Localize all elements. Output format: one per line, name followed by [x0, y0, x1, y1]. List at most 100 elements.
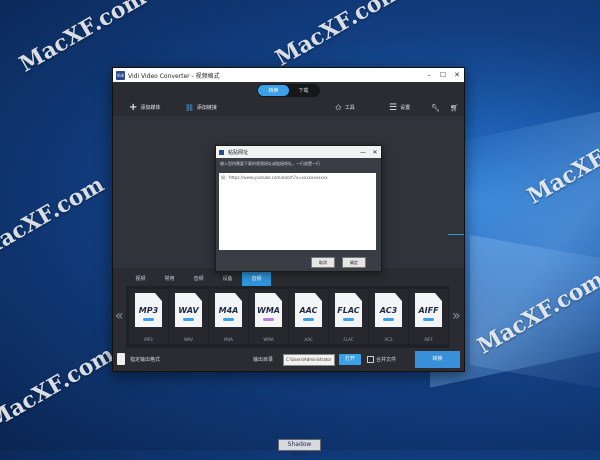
magic-wand-icon: ✩	[335, 103, 342, 112]
link-icon: ⛓	[185, 103, 194, 112]
file-icon: AC3	[375, 293, 402, 327]
format-label: FLAC	[337, 306, 360, 315]
file-icon: MP3	[135, 293, 162, 327]
format-color-bar	[383, 318, 394, 321]
tab-audio[interactable]: 音频	[242, 272, 271, 286]
tab-video[interactable]: 视频	[126, 272, 155, 286]
plus-icon: +	[129, 101, 138, 113]
menu-icon: ☰	[389, 102, 398, 113]
title-bar: Vidi Vidi Video Converter - 视频格式 – ☐ ✕	[113, 68, 464, 82]
merge-files-checkbox[interactable]: 合并文件	[367, 356, 396, 363]
format-subtitle: FLAC	[343, 337, 354, 342]
cart-icon: 🛒︎	[450, 103, 459, 112]
format-card[interactable]: AIFF AIFF	[409, 289, 448, 344]
add-link-label: 添加链接	[196, 105, 217, 111]
search-button[interactable]: 🔧︎	[431, 104, 440, 112]
format-label: WMA	[257, 306, 280, 315]
open-folder-button[interactable]: 打开	[339, 354, 361, 365]
file-icon: AAC	[295, 293, 322, 327]
tab-device[interactable]: 设备	[213, 272, 242, 286]
format-subtitle: WMA	[263, 337, 274, 342]
watermark: MacXF.com	[522, 116, 600, 210]
dialog-app-icon	[219, 149, 224, 155]
format-label: MP3	[138, 306, 159, 315]
format-color-bar	[143, 318, 154, 321]
url-textarea[interactable]: 如：https://www.youtube.com/watch?v=xxxxxx…	[219, 173, 376, 250]
merge-files-label: 合并文件	[376, 357, 397, 363]
add-link-button[interactable]: ⛓ 添加链接	[185, 104, 217, 112]
format-card[interactable]: AAC AAC	[289, 289, 328, 344]
tools-label: 工具	[344, 105, 355, 111]
format-color-bar	[343, 318, 354, 321]
dialog-minimize-button[interactable]: —	[357, 149, 369, 156]
watermark: MacXF.com	[0, 341, 119, 435]
watermark: MacXF.com	[270, 0, 407, 72]
scroll-left-icon[interactable]: «	[115, 308, 124, 324]
paste-url-dialog: 粘贴网址 — ✕ 输入您所需要下载的视频网址或链接地址，一行放置一行 如：htt…	[215, 145, 382, 272]
add-media-label: 添加媒体	[140, 105, 161, 111]
toolbar: + 添加媒体 ⛓ 添加链接 ✩ 工具 ☰ 设置 🔧︎ 🛒︎	[113, 99, 464, 116]
format-panel: 视频 常用 音频 设备 音频 MP3 MP3 WAV WAV M4A M4A WMA WMA A…	[126, 272, 449, 348]
output-format-icon[interactable]	[117, 353, 125, 365]
settings-button[interactable]: ☰ 设置	[389, 103, 410, 113]
maximize-button[interactable]: ☐	[436, 71, 450, 79]
cancel-button[interactable]: 取消	[311, 257, 335, 268]
format-color-bar	[223, 318, 234, 321]
minimize-button[interactable]: –	[422, 71, 436, 79]
mode-toggle: 转换 下载	[257, 84, 320, 97]
format-subtitle: AAC	[304, 337, 313, 342]
format-color-bar	[423, 318, 434, 321]
format-subtitle: WAV	[184, 337, 193, 342]
format-subtitle: M4A	[224, 337, 233, 342]
format-color-bar	[303, 318, 314, 321]
dialog-title-bar: 粘贴网址 — ✕	[216, 146, 381, 158]
output-format-label[interactable]: 指定输出格式	[130, 356, 160, 363]
mode-bar: 转换 下载	[113, 82, 464, 99]
format-label: AC3	[379, 306, 398, 315]
format-card[interactable]: FLAC FLAC	[329, 289, 368, 344]
mode-download-button[interactable]: 下载	[289, 85, 319, 96]
window-title: Vidi Video Converter - 视频格式	[128, 72, 220, 80]
cart-button[interactable]: 🛒︎	[450, 104, 459, 112]
dialog-close-button[interactable]: ✕	[369, 149, 381, 156]
settings-label: 设置	[400, 105, 411, 111]
close-button[interactable]: ✕	[450, 71, 464, 79]
dialog-title: 粘贴网址	[228, 149, 249, 156]
convert-button[interactable]: 转换	[415, 351, 460, 368]
format-color-bar	[263, 318, 274, 321]
output-path-label: 输出目录	[253, 357, 274, 363]
format-subtitle: MP3	[144, 337, 153, 342]
format-card[interactable]: WMA WMA	[249, 289, 288, 344]
format-tabs: 视频 常用 音频 设备 音频	[126, 272, 449, 286]
file-icon: M4A	[215, 293, 242, 327]
shadow-mode-button[interactable]: Shadow Mode	[278, 439, 321, 458]
format-card[interactable]: WAV WAV	[169, 289, 208, 344]
format-color-bar	[183, 318, 194, 321]
dialog-hint: 输入您所需要下载的视频网址或链接地址，一行放置一行	[220, 161, 320, 166]
checkbox-icon	[367, 356, 374, 363]
file-icon: AIFF	[415, 293, 442, 327]
bottom-bar: 指定输出格式 输出目录 C:\Users\Administrator 打开 合并…	[113, 349, 464, 371]
format-subtitle: AIFF	[424, 337, 433, 342]
app-logo-icon: Vidi	[116, 70, 125, 80]
tools-button[interactable]: ✩ 工具	[335, 103, 355, 112]
tab-audio-1[interactable]: 音频	[184, 272, 213, 286]
tab-common[interactable]: 常用	[155, 272, 184, 286]
format-label: AIFF	[418, 306, 439, 315]
output-path-field[interactable]: C:\Users\Administrator	[283, 354, 335, 366]
wrench-icon: 🔧︎	[431, 103, 440, 112]
format-label: WAV	[178, 306, 199, 315]
file-icon: FLAC	[335, 293, 362, 327]
file-icon: WMA	[255, 293, 282, 327]
mode-convert-button[interactable]: 转换	[258, 85, 289, 96]
file-icon: WAV	[175, 293, 202, 327]
format-card[interactable]: M4A M4A	[209, 289, 248, 344]
ok-button[interactable]: 确定	[342, 257, 366, 268]
add-media-button[interactable]: + 添加媒体	[129, 101, 161, 113]
scroll-right-icon[interactable]: »	[452, 308, 461, 324]
watermark: MacXF.com	[14, 0, 151, 78]
format-card[interactable]: MP3 MP3	[129, 289, 168, 344]
format-card[interactable]: AC3 AC3	[369, 289, 408, 344]
watermark: MacXF.com	[0, 171, 109, 265]
format-subtitle: AC3	[384, 337, 393, 342]
